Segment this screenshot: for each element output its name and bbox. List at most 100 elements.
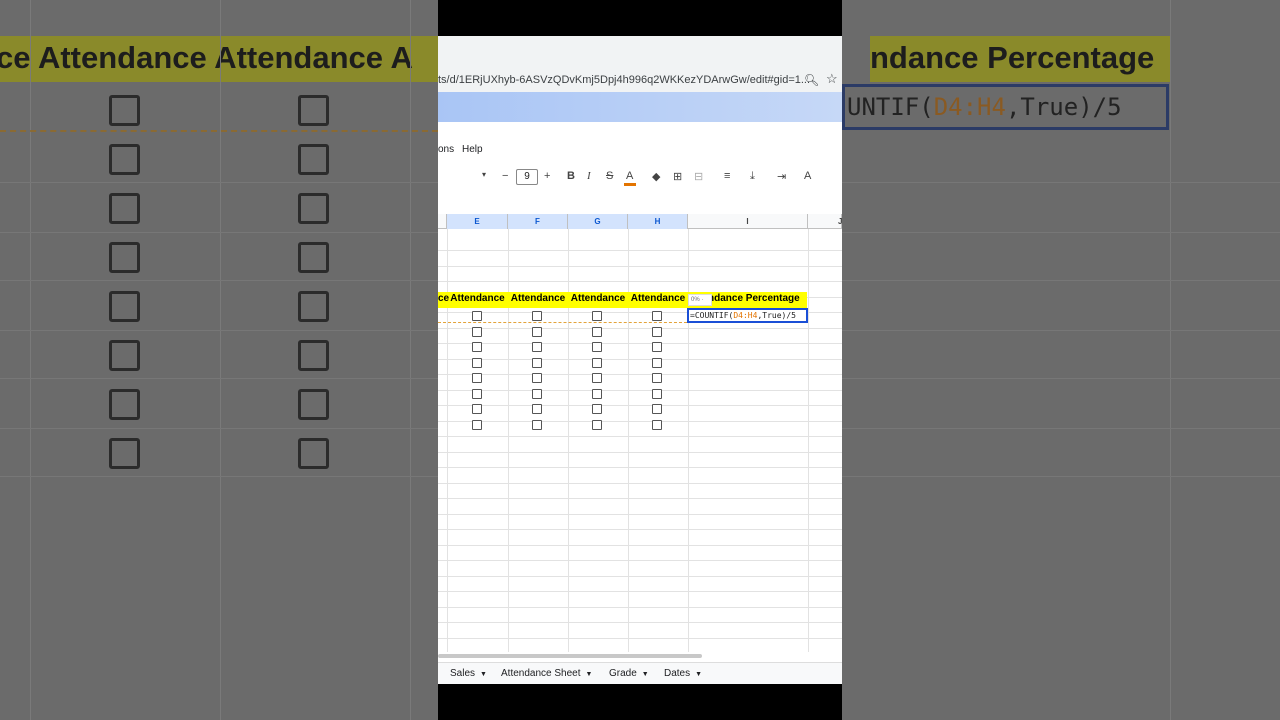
attendance-checkbox[interactable] [652, 373, 662, 383]
font-dropdown-icon[interactable]: ▾ [482, 170, 486, 179]
menu-extensions[interactable]: ons [438, 144, 454, 155]
attendance-checkbox[interactable] [592, 357, 602, 368]
horizontal-align-icon[interactable]: ≡ [724, 170, 730, 182]
column-header-e[interactable]: E [447, 214, 508, 229]
bg-checkbox [109, 389, 140, 420]
attendance-checkbox[interactable] [532, 311, 542, 321]
attendance-checkbox[interactable] [652, 311, 662, 321]
attendance-checkbox[interactable] [472, 326, 482, 337]
grid-row-line [438, 638, 842, 639]
sheet-grid[interactable]: E F G H I J ce Attendance Attendance Att… [438, 214, 842, 652]
attendance-checkbox[interactable] [652, 357, 662, 368]
header-cell-e[interactable]: Attendance [447, 293, 508, 304]
star-icon[interactable]: ☆ [826, 71, 838, 87]
header-cell-d[interactable]: ce [438, 293, 449, 304]
grid-row-line [438, 529, 842, 530]
attendance-checkbox[interactable] [472, 311, 482, 321]
attendance-checkbox[interactable] [592, 326, 602, 337]
text-wrap-icon[interactable]: ⇥ [777, 170, 786, 183]
bg-checkbox [109, 438, 140, 469]
grid-row-line [438, 452, 842, 453]
attendance-checkbox[interactable] [532, 388, 542, 399]
header-cell-i[interactable]: ndance Percentage [708, 293, 808, 304]
docs-header-bar [438, 92, 842, 122]
vertical-align-icon[interactable]: ⤓ [750, 170, 755, 183]
copy-range-marquee [438, 322, 687, 323]
attendance-checkbox[interactable] [652, 404, 662, 414]
italic-button[interactable]: I [587, 170, 591, 182]
address-bar[interactable]: ts/d/1ERjUXhyb-6ASVzQDvKmj5Dpj4h996q2WKK… [438, 70, 842, 92]
url-text[interactable]: ts/d/1ERjUXhyb-6ASVzQDvKmj5Dpj4h996q2WKK… [438, 74, 810, 86]
grid-row-line [438, 560, 842, 561]
column-header-g[interactable]: G [568, 214, 628, 229]
attendance-checkbox[interactable] [592, 311, 602, 321]
attendance-checkbox[interactable] [652, 342, 662, 352]
bg-checkbox [109, 95, 140, 126]
decrease-font-button[interactable]: − [502, 170, 508, 182]
bg-checkbox [109, 340, 140, 371]
strikethrough-button[interactable]: S [606, 170, 613, 182]
attendance-checkbox[interactable] [592, 373, 602, 383]
sheet-tab-grade[interactable]: Grade ▼ [609, 668, 649, 679]
grid-row-line [438, 421, 842, 422]
grid-column-line [808, 229, 809, 652]
attendance-checkbox[interactable] [532, 404, 542, 414]
grid-row-line [438, 622, 842, 623]
search-icon[interactable]: 🔍︎ [804, 73, 819, 87]
attendance-checkbox[interactable] [532, 342, 542, 352]
attendance-checkbox[interactable] [652, 326, 662, 337]
column-header-i[interactable]: I [688, 214, 808, 229]
attendance-checkbox[interactable] [652, 388, 662, 399]
attendance-checkbox[interactable] [472, 404, 482, 414]
attendance-checkbox[interactable] [472, 342, 482, 352]
horizontal-scrollbar[interactable] [438, 654, 702, 658]
attendance-checkbox[interactable] [472, 357, 482, 368]
column-header-h[interactable]: H [628, 214, 688, 229]
font-size-input[interactable]: 9 [516, 169, 538, 185]
attendance-checkbox[interactable] [472, 373, 482, 383]
borders-icon[interactable]: ⊞ [673, 170, 682, 183]
column-header-f[interactable]: F [508, 214, 568, 229]
fill-color-icon[interactable]: ◆ [652, 170, 660, 183]
text-rotation-icon[interactable]: A [804, 170, 811, 182]
attendance-checkbox[interactable] [532, 373, 542, 383]
browser-chrome [438, 36, 842, 70]
grid-row-line [438, 266, 842, 267]
increase-font-button[interactable]: + [544, 170, 550, 182]
attendance-checkbox[interactable] [472, 419, 482, 430]
text-color-button[interactable]: A [626, 170, 633, 182]
attendance-checkbox[interactable] [592, 419, 602, 430]
column-header-j[interactable]: J [808, 214, 842, 229]
attendance-checkbox[interactable] [532, 357, 542, 368]
chevron-down-icon: ▼ [585, 671, 593, 678]
menu-help[interactable]: Help [462, 144, 483, 155]
header-cell-g[interactable]: Attendance [568, 293, 628, 304]
attendance-checkbox[interactable] [472, 388, 482, 399]
grid-row-line [438, 576, 842, 577]
column-header-d[interactable] [438, 214, 447, 229]
attendance-checkbox[interactable] [532, 326, 542, 337]
formula-edit-cell[interactable]: =COUNTIF(D4:H4,True)/5 [687, 308, 808, 323]
merge-cells-icon[interactable]: ⊟ [694, 170, 703, 183]
bg-checkbox [298, 340, 329, 371]
attendance-checkbox[interactable] [592, 388, 602, 399]
attendance-checkbox[interactable] [592, 404, 602, 414]
grid-row-line [438, 405, 842, 406]
attendance-checkbox[interactable] [652, 419, 662, 430]
sheet-tab-sales[interactable]: Sales ▼ [450, 668, 487, 679]
grid-row-line [438, 328, 842, 329]
formula-hint-chip: 0% · [688, 294, 712, 306]
text-color-swatch [624, 183, 636, 186]
bg-checkbox [298, 144, 329, 175]
sheet-tab-attendance[interactable]: Attendance Sheet ▼ [501, 668, 592, 679]
grid-row-line [438, 250, 842, 251]
bg-checkbox [298, 95, 329, 126]
attendance-checkbox[interactable] [592, 342, 602, 352]
header-cell-f[interactable]: Attendance [508, 293, 568, 304]
header-cell-h[interactable]: Attendance [628, 293, 688, 304]
attendance-checkbox[interactable] [532, 419, 542, 430]
sheet-tab-dates[interactable]: Dates ▼ [664, 668, 702, 679]
grid-row-line [438, 374, 842, 375]
grid-row-line [438, 390, 842, 391]
bold-button[interactable]: B [567, 170, 575, 182]
